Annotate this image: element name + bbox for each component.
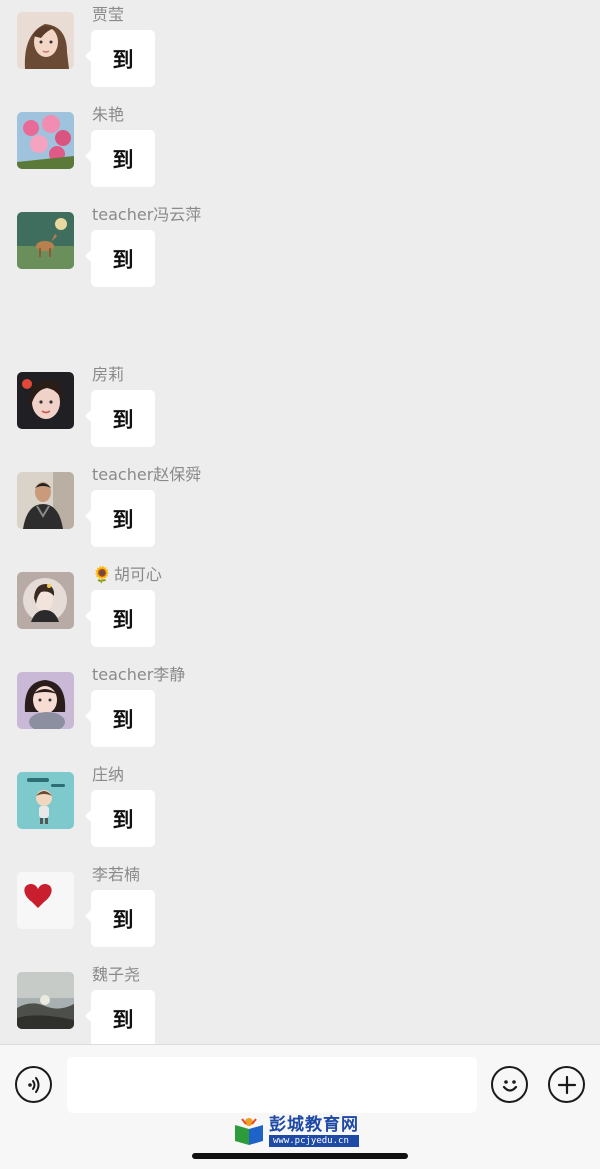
- plus-button[interactable]: [548, 1066, 585, 1103]
- sunflower-emoji: 🌻: [92, 565, 112, 584]
- book-logo-icon: [235, 1118, 263, 1145]
- home-indicator[interactable]: [192, 1153, 408, 1159]
- avatar[interactable]: [17, 472, 74, 529]
- avatar[interactable]: [17, 372, 74, 429]
- message-bubble[interactable]: 到: [85, 130, 155, 187]
- chat-message-list[interactable]: 贾莹 到 朱艳 到 teacher冯云萍 到 房莉 到 teacher赵保舜 到…: [0, 0, 600, 1044]
- avatar[interactable]: [17, 112, 74, 169]
- message-bubble[interactable]: 到: [85, 230, 155, 287]
- sender-name: teacher冯云萍: [92, 205, 202, 224]
- message-item: 李若楠 到: [0, 860, 600, 950]
- sender-name: 房莉: [92, 365, 125, 384]
- avatar[interactable]: [17, 212, 74, 269]
- chat-input-bar: 彭城教育网 www.pcjyedu.cn: [0, 1044, 600, 1169]
- message-item: teacher冯云萍 到: [0, 200, 600, 290]
- sender-name: teacher李静: [92, 665, 186, 684]
- message-item: teacher赵保舜 到: [0, 460, 600, 550]
- message-bubble[interactable]: 到: [85, 890, 155, 947]
- message-bubble[interactable]: 到: [85, 590, 155, 647]
- message-item: 朱艳 到: [0, 100, 600, 190]
- sender-name: 朱艳: [92, 105, 125, 124]
- voice-icon: [27, 1076, 39, 1093]
- sender-name: 魏子尧: [92, 965, 141, 984]
- avatar[interactable]: [17, 672, 74, 729]
- plus-icon: [557, 1075, 576, 1094]
- message-bubble[interactable]: 到: [85, 690, 155, 747]
- message-bubble[interactable]: 到: [85, 790, 155, 847]
- avatar[interactable]: [17, 12, 74, 69]
- sender-name: 🌻 胡可心: [92, 564, 162, 586]
- emoji-icon: [502, 1079, 517, 1092]
- sender-name: 贾莹: [92, 5, 125, 24]
- message-item: 庄纳 到: [0, 760, 600, 850]
- avatar[interactable]: [17, 872, 74, 929]
- avatar[interactable]: [17, 972, 74, 1029]
- message-bubble[interactable]: 到: [85, 990, 155, 1044]
- sender-name: teacher赵保舜: [92, 465, 202, 484]
- message-input[interactable]: [67, 1057, 477, 1113]
- message-bubble[interactable]: 到: [85, 390, 155, 447]
- voice-button[interactable]: [15, 1066, 52, 1103]
- avatar[interactable]: [17, 772, 74, 829]
- watermark-logo: 彭城教育网 www.pcjyedu.cn: [233, 1115, 359, 1147]
- message-bubble[interactable]: 到: [85, 490, 155, 547]
- avatar[interactable]: [17, 572, 74, 629]
- emoji-button[interactable]: [491, 1066, 528, 1103]
- message-item: 魏子尧 到: [0, 960, 600, 1044]
- message-item: 🌻 胡可心 到: [0, 560, 600, 650]
- message-item: 贾莹 到: [0, 0, 600, 90]
- message-bubble[interactable]: 到: [85, 30, 155, 87]
- watermark-url: www.pcjyedu.cn: [269, 1134, 359, 1147]
- sender-name: 李若楠: [92, 865, 141, 884]
- watermark-title: 彭城教育网: [269, 1114, 359, 1135]
- message-item: 房莉 到: [0, 360, 600, 450]
- sender-name: 庄纳: [92, 765, 125, 784]
- sender-name-text: 胡可心: [113, 565, 162, 584]
- message-item: teacher李静 到: [0, 660, 600, 750]
